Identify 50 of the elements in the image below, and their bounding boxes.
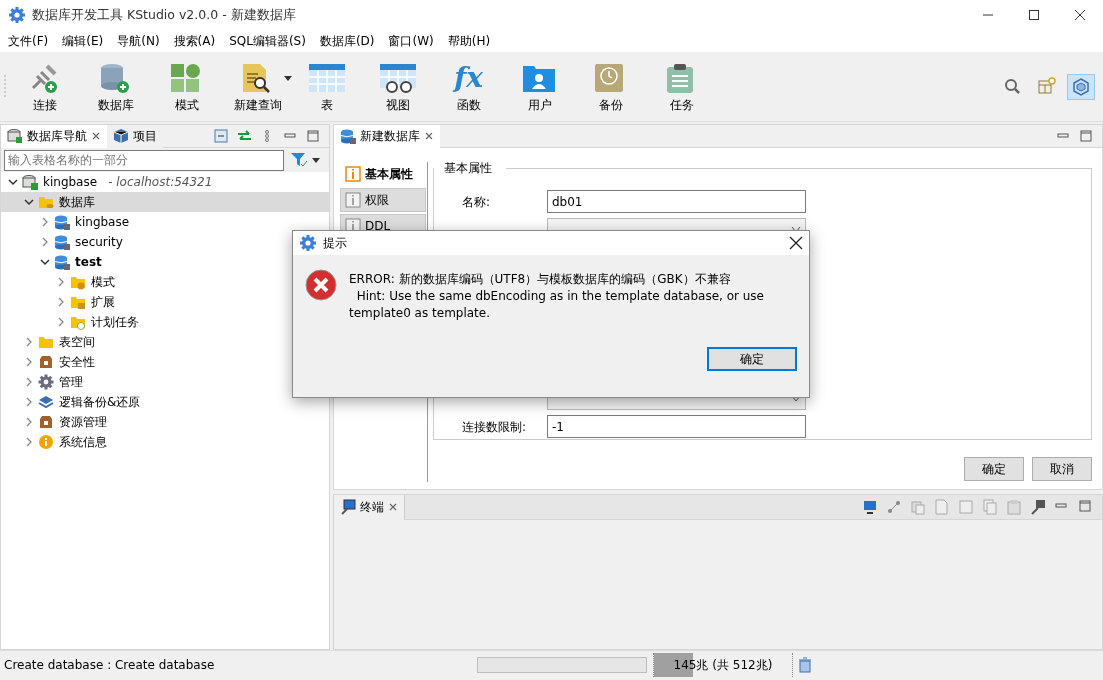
window-title: 数据库开发工具 KStudio v2.0.0 - 新建数据库 (32, 5, 297, 24)
menu-item[interactable]: 文件(F) (1, 30, 56, 52)
input-field[interactable]: db01 (547, 190, 806, 213)
input-field[interactable]: -1 (547, 415, 806, 438)
connect-button[interactable]: 连接 (9, 55, 80, 118)
menu-item[interactable]: 搜索(A) (166, 30, 223, 52)
side-tab[interactable]: 权限 (340, 188, 426, 212)
tree-item[interactable]: kingbase - localhost:54321 (1, 172, 329, 192)
field-label: 连接数限制: (462, 418, 528, 436)
backup-button[interactable]: 备份 (575, 55, 646, 118)
function-icon: fx (454, 61, 483, 94)
database-button[interactable]: 数据库 (80, 55, 151, 118)
tree-item[interactable]: 管理 (1, 372, 329, 392)
dialog-title: 提示 (323, 235, 348, 252)
tree-item[interactable]: 逻辑备份&还原 (1, 392, 329, 412)
memory-text: 145兆 (共 512兆) (673, 656, 773, 674)
tree-item[interactable]: 数据库 (1, 192, 329, 212)
tree-item[interactable]: 计划任务 (1, 312, 329, 332)
tree-item[interactable]: test (1, 252, 329, 272)
tree-item[interactable]: 系统信息 (1, 432, 329, 452)
function-button[interactable]: fx 函数 (433, 55, 504, 118)
task-button[interactable]: 任务 (646, 55, 717, 118)
tree-item[interactable]: 表空间 (1, 332, 329, 352)
editor-tab[interactable]: 新建数据库 (334, 124, 440, 148)
field-label: 名称: (462, 193, 492, 211)
tree-item[interactable]: 扩展 (1, 292, 329, 312)
ok-button[interactable]: 确定 (707, 347, 797, 371)
form-button[interactable]: 取消 (1032, 457, 1092, 481)
group-title: 基本属性 (442, 159, 494, 177)
tree-item[interactable]: 安全性 (1, 352, 329, 372)
filter-field[interactable]: 输入表格名称的一部分 (4, 149, 284, 171)
menu-item[interactable]: 窗口(W) (381, 30, 441, 52)
panel-tab[interactable]: 数据库导航 (1, 124, 107, 148)
menu-item[interactable]: 编辑(E) (55, 30, 111, 52)
menu-item[interactable]: 导航(N) (110, 30, 167, 52)
dialog-message: ERROR: 新的数据库编码（UTF8）与模板数据库的编码（GBK）不兼容 Hint: Use the same dbEncoding as in the template database, or use template0 as template. (349, 271, 764, 322)
user-button[interactable]: 用户 (504, 55, 575, 118)
tree-item[interactable]: 模式 (1, 272, 329, 292)
menu-item[interactable]: 数据库(D) (312, 30, 382, 52)
form-button[interactable]: 确定 (964, 457, 1024, 481)
menu-item[interactable]: 帮助(H) (440, 30, 498, 52)
tree-item[interactable]: 资源管理 (1, 412, 329, 432)
query-button[interactable]: 新建查询 (222, 55, 293, 118)
view-button[interactable]: 视图 (362, 55, 433, 118)
menu-item[interactable]: SQL编辑器(S) (222, 30, 313, 52)
table-button[interactable]: 表 (291, 55, 362, 118)
tree-item[interactable]: kingbase (1, 212, 329, 232)
status-text: Create database : Create database (3, 656, 216, 674)
terminal-tab[interactable]: 终端 (334, 494, 405, 520)
schema-button[interactable]: 模式 (151, 55, 222, 118)
